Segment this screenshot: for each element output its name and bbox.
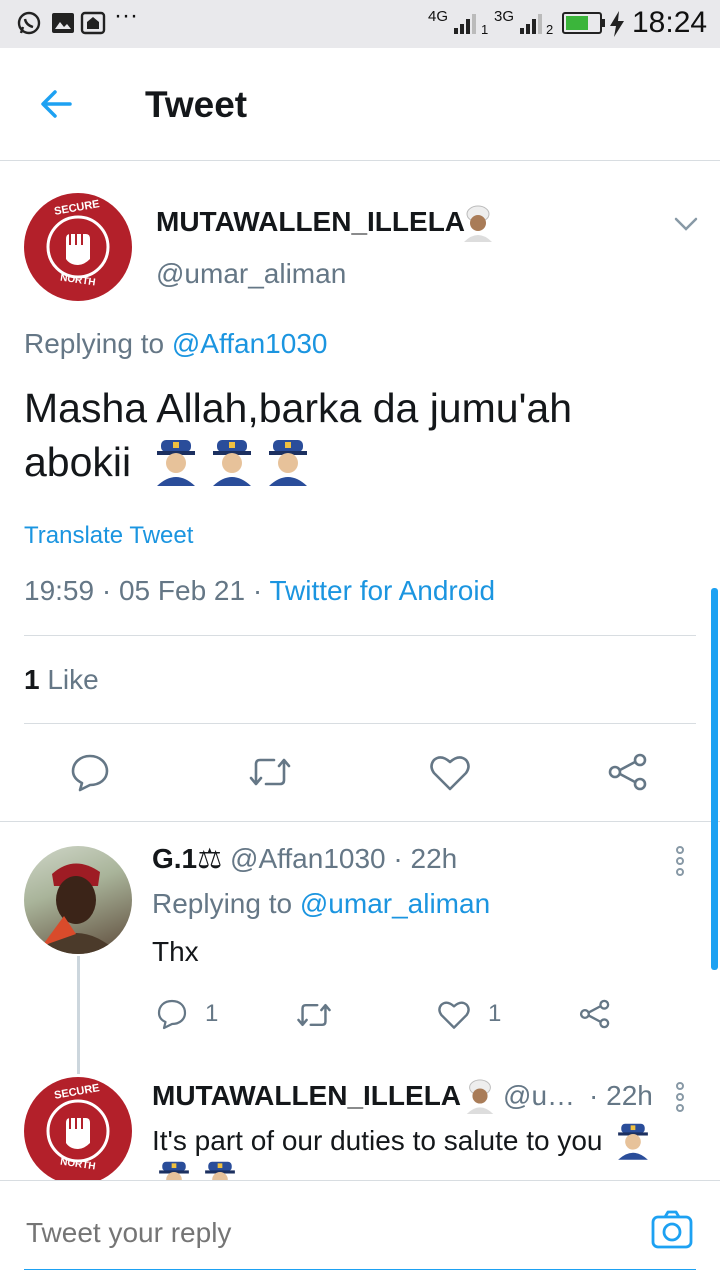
like-count: 1 [24, 664, 40, 695]
camera-icon[interactable] [650, 1208, 694, 1252]
clock: 18:24 [632, 6, 708, 39]
heart-icon[interactable] [428, 754, 472, 792]
like-label: Like [47, 664, 99, 695]
tweet-date: 05 Feb 21 [118, 575, 246, 606]
replying-handle-link[interactable]: @Affan1030 [172, 328, 328, 359]
reply-2-text-row: It's part of our duties to salute to you [152, 1122, 651, 1160]
police-officer-emoji [213, 440, 252, 486]
network-type-1: 4G [428, 8, 449, 25]
share-icon[interactable] [578, 998, 612, 1030]
more-vertical-icon[interactable] [670, 844, 690, 878]
tweet-text-line-2-label: abokii [24, 439, 132, 485]
divider [0, 821, 720, 822]
replying-label: Replying to [24, 328, 172, 359]
police-officer-emoji [617, 1123, 648, 1160]
reply-icon[interactable] [70, 752, 110, 792]
charging-icon [610, 11, 624, 37]
tweet-text: Masha Allah,barka da jumu'ah abokii [24, 381, 572, 489]
share-icon[interactable] [606, 752, 650, 792]
replying-handle-link[interactable]: @umar_aliman [300, 888, 490, 919]
tweet-time: 19:59 [24, 575, 95, 606]
thread-line [77, 1040, 80, 1074]
sim-2-label: 2 [546, 22, 554, 37]
reply-1-author-name[interactable]: G.1⚖ [152, 843, 222, 874]
meta-separator: · [252, 575, 263, 606]
author-handle[interactable]: @umar_aliman [156, 258, 346, 290]
police-officer-emoji [269, 440, 308, 486]
battery-icon [562, 12, 605, 34]
avatar[interactable]: SECURE NORTH [24, 1077, 132, 1185]
police-officer-emoji [157, 440, 196, 486]
page-title: Tweet [145, 84, 248, 125]
replying-to: Replying to @Affan1030 [24, 328, 327, 360]
avatar[interactable]: SECURE NORTH [24, 193, 132, 301]
reply-input[interactable] [24, 1204, 628, 1262]
divider [24, 635, 696, 636]
home-icon [80, 11, 106, 35]
police-emoji-group [153, 438, 311, 486]
likes-summary[interactable]: 1 Like [24, 664, 99, 696]
divider [24, 723, 696, 724]
scrollbar[interactable] [711, 588, 718, 970]
more-vertical-icon[interactable] [670, 1080, 690, 1114]
tweet-text-line-2: abokii [24, 435, 572, 489]
translate-tweet-link[interactable]: Translate Tweet [24, 522, 193, 550]
tweet-meta: 19:59 · 05 Feb 21 · Twitter for Android [24, 575, 495, 607]
whatsapp-icon [17, 11, 41, 35]
reply-icon[interactable] [156, 998, 188, 1030]
retweet-icon[interactable] [296, 1000, 332, 1030]
avatar[interactable] [24, 846, 132, 954]
reply-1-author-handle[interactable]: @Affan1030 [230, 843, 386, 874]
network-type-2: 3G [494, 8, 515, 25]
signal-icon [454, 14, 476, 34]
more-icon: ··· [114, 2, 138, 29]
author-name[interactable]: MUTAWALLEN_ILLELA [156, 206, 465, 238]
reply-author-photo [38, 863, 120, 954]
reply-1-like-count: 1 [488, 1000, 502, 1027]
reply-2-author-handle[interactable]: @u… [503, 1080, 575, 1112]
reply-1-replying-to: Replying to @umar_aliman [152, 888, 490, 920]
tweet-source-link[interactable]: Twitter for Android [269, 575, 495, 606]
reply-1-header: G.1⚖ @Affan1030 · 22h [152, 842, 457, 875]
reply-2-text: It's part of our duties to salute to you [152, 1125, 603, 1156]
input-underline [24, 1269, 696, 1270]
heart-icon[interactable] [436, 1000, 472, 1030]
man-with-turban-emoji [464, 205, 492, 242]
replying-label: Replying to [152, 888, 300, 919]
tweet-text-line-1: Masha Allah,barka da jumu'ah [24, 385, 572, 431]
meta-separator: · [101, 575, 112, 606]
reply-2-time: · 22h [589, 1080, 653, 1111]
back-arrow-icon[interactable] [36, 84, 76, 124]
reply-2-author-name[interactable]: MUTAWALLEN_ILLELA [152, 1080, 461, 1112]
app-header [0, 48, 720, 161]
reply-2-header: MUTAWALLEN_ILLELA @u… · 22h [152, 1078, 653, 1114]
status-bar: ··· 4G 1 3G 2 18:24 [0, 0, 720, 48]
reply-1-text: Thx [152, 936, 199, 967]
reply-1-reply-count: 1 [205, 1000, 219, 1027]
retweet-icon[interactable] [248, 754, 292, 790]
man-with-turban-emoji [466, 1079, 494, 1114]
gallery-icon [52, 13, 74, 33]
chevron-down-icon[interactable] [672, 212, 700, 236]
reply-1-time: · 22h [393, 843, 458, 874]
sim-1-label: 1 [481, 22, 489, 37]
signal-icon-2 [520, 14, 542, 34]
